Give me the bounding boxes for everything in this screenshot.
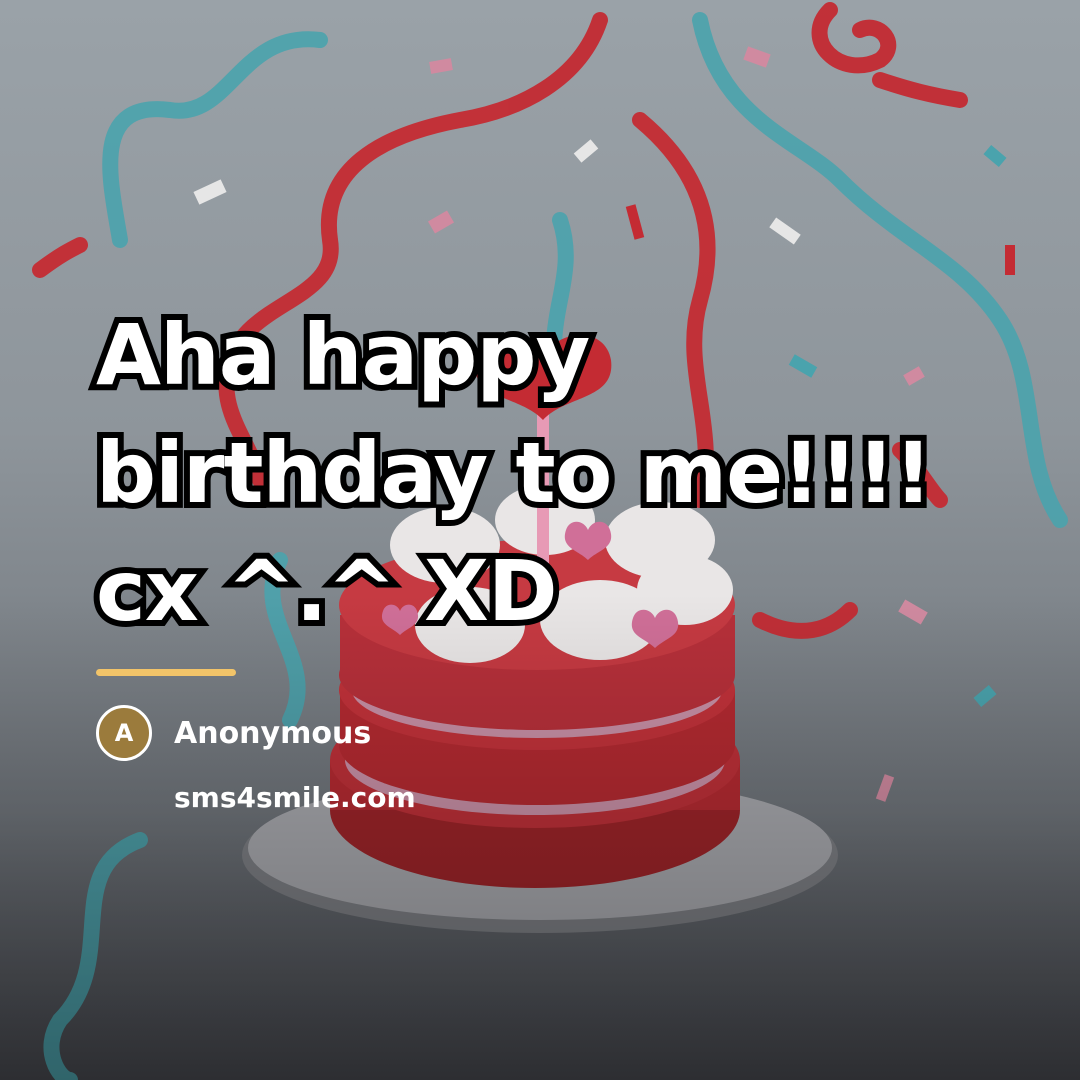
quote-card: Aha happy birthday to me!!!! cx ^.^ XD A… — [0, 0, 1080, 1080]
author-name: Anonymous — [174, 716, 372, 751]
site-watermark: sms4smile.com — [174, 781, 416, 814]
quote-text: Aha happy birthday to me!!!! cx ^.^ XD — [90, 300, 938, 646]
accent-divider — [96, 669, 236, 676]
author-avatar: A — [96, 705, 152, 761]
